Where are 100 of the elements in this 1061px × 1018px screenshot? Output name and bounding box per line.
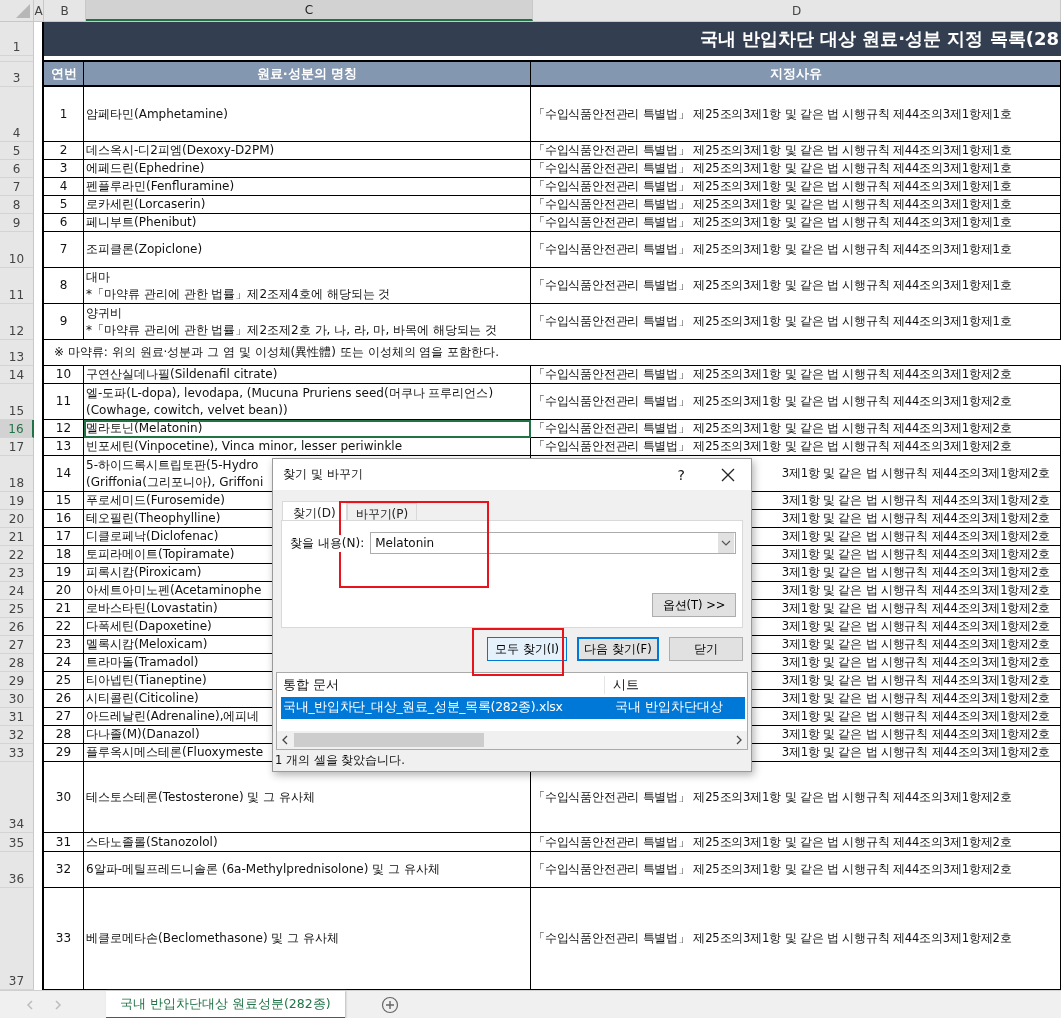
table-cell: 「수입식품안전관리 특별법」 제25조의3제1항 및 같은 법 시행규칙 제44조의3제1항제2호: [531, 384, 1061, 420]
table-cell: 9: [42, 304, 84, 340]
row-header[interactable]: 18: [0, 456, 34, 492]
dialog-title: 찾기 및 바꾸기: [283, 466, 364, 484]
row-header[interactable]: 17: [0, 438, 34, 456]
find-label: 찾을 내용(N):: [290, 534, 365, 552]
row-header[interactable]: 22: [0, 546, 34, 564]
sheet-tab[interactable]: 국내 반입차단대상 원료성분(282종): [106, 991, 345, 1018]
row-header[interactable]: 10: [0, 232, 34, 268]
table-cell: 17: [42, 528, 84, 546]
table-cell: 15: [42, 492, 84, 510]
table-cell: 「수입식품안전관리 특별법」 제25조의3제1항 및 같은 법 시행규칙 제44조의3제1항제2호: [531, 420, 1061, 438]
table-cell: 6: [42, 214, 84, 232]
row-header[interactable]: 12: [0, 304, 34, 340]
table-cell: 에페드린(Ephedrine): [84, 160, 531, 178]
row-header[interactable]: 13: [0, 340, 34, 366]
row-header[interactable]: 8: [0, 196, 34, 214]
close-icon[interactable]: [721, 467, 735, 482]
row-header[interactable]: 3: [0, 62, 34, 87]
horizontal-scrollbar[interactable]: [277, 731, 747, 749]
dialog-button[interactable]: 다음 찾기(F): [577, 637, 659, 662]
row-header[interactable]: 33: [0, 744, 34, 762]
dialog-tab[interactable]: 바꾸기(P): [346, 503, 418, 521]
scroll-thumb[interactable]: [294, 733, 484, 747]
header-cell: 원료·성분의 명칭: [84, 62, 531, 87]
add-sheet-icon[interactable]: [380, 995, 399, 1014]
table-cell: 「수입식품안전관리 특별법」 제25조의3제1항 및 같은 법 시행규칙 제44조의3제1항제2호: [531, 833, 1061, 852]
table-cell: 「수입식품안전관리 특별법」 제25조의3제1항 및 같은 법 시행규칙 제44조의3제1항제1호: [531, 87, 1061, 142]
row-header[interactable]: 27: [0, 636, 34, 654]
table-cell: 20: [42, 582, 84, 600]
table-cell: 조피클론(Zopiclone): [84, 232, 531, 268]
find-field[interactable]: Melatonin: [370, 532, 736, 555]
result-row[interactable]: 국내_반입차단_대상_원료_성분_목록(282종).xlsx 국내 반입차단대상: [281, 696, 745, 719]
dialog-button[interactable]: 닫기: [669, 637, 743, 662]
row-header[interactable]: 29: [0, 672, 34, 690]
row-header[interactable]: 6: [0, 160, 34, 178]
dialog-tab[interactable]: 찾기(D): [282, 501, 347, 521]
table-cell: 1: [42, 87, 84, 142]
table-cell: 7: [42, 232, 84, 268]
help-button[interactable]: ?: [677, 466, 685, 483]
select-all-icon[interactable]: [16, 4, 30, 18]
table-cell: 31: [42, 833, 84, 852]
row-header[interactable]: 16: [0, 420, 34, 438]
table-cell: 2: [42, 142, 84, 160]
row-header[interactable]: [0, 56, 34, 62]
dialog-button[interactable]: 모두 찾기(I): [487, 637, 567, 662]
row-header[interactable]: 37: [0, 888, 34, 990]
table-cell: 암페타민(Amphetamine): [84, 87, 531, 142]
table-cell: 「수입식품안전관리 특별법」 제25조의3제1항 및 같은 법 시행규칙 제44조의3제1항제1호: [531, 178, 1061, 196]
row-header[interactable]: 25: [0, 600, 34, 618]
row-header[interactable]: 34: [0, 762, 34, 833]
column-header[interactable]: D: [533, 0, 1061, 21]
table-cell: 8: [42, 268, 84, 304]
table-cell: 4: [42, 178, 84, 196]
row-header[interactable]: 5: [0, 142, 34, 160]
table-cell: 23: [42, 636, 84, 654]
table-cell: 6알파-메틸프레드니솔론 (6a-Methylprednisolone) 및 그 유사체: [84, 852, 531, 888]
table-cell: 10: [42, 366, 84, 384]
row-header[interactable]: 35: [0, 833, 34, 852]
row-header[interactable]: 19: [0, 492, 34, 510]
table-cell: 「수입식품안전관리 특별법」 제25조의3제1항 및 같은 법 시행규칙 제44조의3제1항제1호: [531, 214, 1061, 232]
table-cell: 13: [42, 438, 84, 456]
row-header[interactable]: 1: [0, 22, 34, 56]
table-cell: 25: [42, 672, 84, 690]
options-button[interactable]: 옵션(T) >>: [652, 593, 736, 618]
table-cell: 대마 *「마약류 관리에 관한 법률」제2조제4호에 해당되는 것: [84, 268, 531, 304]
row-header[interactable]: 4: [0, 87, 34, 142]
table-cell: 멜라토닌(Melatonin): [84, 420, 531, 438]
row-header[interactable]: 32: [0, 726, 34, 744]
header-cell: 연번: [42, 62, 84, 87]
table-cell: 「수입식품안전관리 특별법」 제25조의3제1항 및 같은 법 시행규칙 제44조의3제1항제1호: [531, 142, 1061, 160]
row-header[interactable]: 26: [0, 618, 34, 636]
table-cell: 「수입식품안전관리 특별법」 제25조의3제1항 및 같은 법 시행규칙 제44조의3제1항제1호: [531, 160, 1061, 178]
row-header[interactable]: 9: [0, 214, 34, 232]
row-header[interactable]: 21: [0, 528, 34, 546]
column-header[interactable]: A: [34, 0, 44, 21]
row-header[interactable]: 15: [0, 384, 34, 420]
row-header[interactable]: 7: [0, 178, 34, 196]
dropdown-icon[interactable]: [718, 533, 734, 554]
row-header[interactable]: 20: [0, 510, 34, 528]
row-header[interactable]: 36: [0, 852, 34, 888]
row-header[interactable]: 11: [0, 268, 34, 304]
row-header[interactable]: 23: [0, 564, 34, 582]
row-header[interactable]: 14: [0, 366, 34, 384]
table-cell: 28: [42, 726, 84, 744]
scroll-left-icon[interactable]: [281, 735, 289, 745]
table-cell: 32: [42, 852, 84, 888]
scroll-right-icon[interactable]: [735, 735, 743, 745]
table-cell: 21: [42, 600, 84, 618]
table-cell: 양귀비 *「마약류 관리에 관한 법률」제2조제2호 가, 나, 라, 마, 바목에 해당되는 것: [84, 304, 531, 340]
row-header[interactable]: 30: [0, 690, 34, 708]
column-header: 통합 문서: [277, 675, 605, 694]
table-cell: 「수입식품안전관리 특별법」 제25조의3제1항 및 같은 법 시행규칙 제44조의3제1항제1호: [531, 304, 1061, 340]
table-cell: 18: [42, 546, 84, 564]
row-header[interactable]: 24: [0, 582, 34, 600]
table-cell: 27: [42, 708, 84, 726]
row-header[interactable]: 31: [0, 708, 34, 726]
table-cell: 24: [42, 654, 84, 672]
row-header[interactable]: 28: [0, 654, 34, 672]
column-header[interactable]: C: [86, 0, 533, 21]
